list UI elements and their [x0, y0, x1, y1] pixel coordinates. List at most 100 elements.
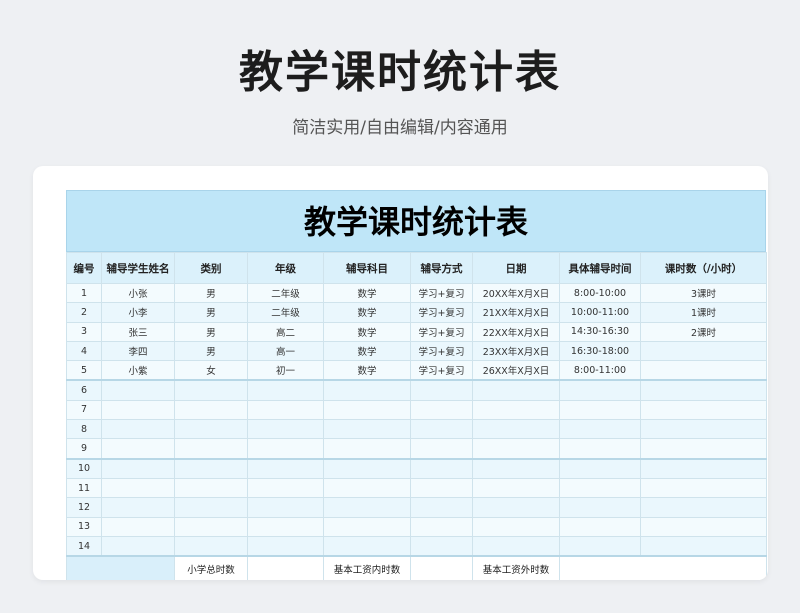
time-cell[interactable]: 10:00-11:00: [559, 302, 641, 323]
method-cell[interactable]: [410, 477, 473, 499]
time-cell[interactable]: [559, 497, 641, 518]
col-header-method[interactable]: 辅导方式: [410, 252, 473, 284]
id-cell[interactable]: 12: [66, 497, 102, 518]
gender-cell[interactable]: [174, 458, 248, 479]
id-cell[interactable]: 8: [66, 419, 102, 440]
method-cell[interactable]: [410, 438, 473, 460]
id-cell[interactable]: 7: [66, 399, 102, 421]
date-cell[interactable]: [472, 419, 560, 440]
col-header-gender[interactable]: 类别: [174, 252, 248, 284]
student-cell[interactable]: [101, 535, 175, 558]
subject-cell[interactable]: 数学: [323, 321, 411, 342]
grade-cell[interactable]: [247, 379, 324, 401]
subject-cell[interactable]: [323, 477, 411, 499]
gender-cell[interactable]: [174, 438, 248, 460]
subject-cell[interactable]: [323, 535, 411, 558]
col-header-student[interactable]: 辅导学生姓名: [101, 252, 175, 284]
hours-cell[interactable]: [640, 497, 767, 518]
subject-cell[interactable]: [323, 419, 411, 440]
method-cell[interactable]: [410, 497, 473, 518]
student-cell[interactable]: [101, 379, 175, 401]
method-cell[interactable]: [410, 399, 473, 421]
grade-cell[interactable]: 二年级: [247, 302, 324, 323]
id-cell[interactable]: 11: [66, 477, 102, 499]
hours-cell[interactable]: [640, 379, 767, 401]
hours-cell[interactable]: [640, 399, 767, 421]
method-cell[interactable]: 学习+复习: [410, 321, 473, 342]
student-cell[interactable]: [101, 497, 175, 518]
hours-cell[interactable]: [640, 477, 767, 499]
method-cell[interactable]: [410, 419, 473, 440]
date-cell[interactable]: 20XX年X月X日: [472, 282, 560, 304]
grade-cell[interactable]: [247, 438, 324, 460]
subject-cell[interactable]: [323, 399, 411, 421]
id-cell[interactable]: 6: [66, 379, 102, 401]
date-cell[interactable]: [472, 379, 560, 401]
id-cell[interactable]: 4: [66, 340, 102, 362]
hours-cell[interactable]: 1课时: [640, 302, 767, 323]
hours-cell[interactable]: [640, 360, 767, 382]
student-cell[interactable]: 张三: [101, 321, 175, 342]
student-cell[interactable]: [101, 419, 175, 440]
grade-cell[interactable]: 初一: [247, 360, 324, 382]
student-cell[interactable]: [101, 516, 175, 537]
time-cell[interactable]: [559, 419, 641, 440]
hours-cell[interactable]: [640, 419, 767, 440]
gender-cell[interactable]: [174, 399, 248, 421]
date-cell[interactable]: 21XX年X月X日: [472, 302, 560, 323]
method-cell[interactable]: 学习+复习: [410, 282, 473, 304]
student-cell[interactable]: 小紫: [101, 360, 175, 382]
method-cell[interactable]: [410, 458, 473, 479]
col-header-id[interactable]: 编号: [66, 252, 102, 284]
time-cell[interactable]: 8:00-11:00: [559, 360, 641, 382]
hours-cell[interactable]: 3课时: [640, 282, 767, 304]
method-cell[interactable]: [410, 535, 473, 558]
subject-cell[interactable]: [323, 438, 411, 460]
grade-cell[interactable]: 高一: [247, 340, 324, 362]
gender-cell[interactable]: [174, 497, 248, 518]
grade-cell[interactable]: [247, 516, 324, 537]
grade-cell[interactable]: [247, 419, 324, 440]
method-cell[interactable]: [410, 516, 473, 537]
gender-cell[interactable]: 女: [174, 360, 248, 382]
method-cell[interactable]: 学习+复习: [410, 360, 473, 382]
subject-cell[interactable]: 数学: [323, 302, 411, 323]
hours-cell[interactable]: [640, 535, 767, 558]
hours-cell[interactable]: 2课时: [640, 321, 767, 342]
hours-cell[interactable]: [640, 340, 767, 362]
subject-cell[interactable]: [323, 458, 411, 479]
gender-cell[interactable]: 男: [174, 302, 248, 323]
hours-cell[interactable]: [640, 438, 767, 460]
id-cell[interactable]: 9: [66, 438, 102, 460]
col-header-hours[interactable]: 课时数（/小时）: [640, 252, 767, 284]
time-cell[interactable]: 8:00-10:00: [559, 282, 641, 304]
col-header-time[interactable]: 具体辅导时间: [559, 252, 641, 284]
subject-cell[interactable]: 数学: [323, 340, 411, 362]
id-cell[interactable]: 5: [66, 360, 102, 382]
base-out-value[interactable]: [559, 555, 767, 580]
col-header-date[interactable]: 日期: [472, 252, 560, 284]
gender-cell[interactable]: 男: [174, 282, 248, 304]
date-cell[interactable]: [472, 477, 560, 499]
grade-cell[interactable]: [247, 477, 324, 499]
subject-cell[interactable]: 数学: [323, 282, 411, 304]
summary-blank-cell[interactable]: [66, 555, 175, 580]
gender-cell[interactable]: [174, 516, 248, 537]
subject-cell[interactable]: [323, 379, 411, 401]
date-cell[interactable]: 23XX年X月X日: [472, 340, 560, 362]
time-cell[interactable]: [559, 379, 641, 401]
student-cell[interactable]: [101, 438, 175, 460]
grade-cell[interactable]: [247, 458, 324, 479]
subject-cell[interactable]: [323, 497, 411, 518]
student-cell[interactable]: 小张: [101, 282, 175, 304]
student-cell[interactable]: 小李: [101, 302, 175, 323]
id-cell[interactable]: 2: [66, 302, 102, 323]
student-cell[interactable]: [101, 399, 175, 421]
gender-cell[interactable]: [174, 419, 248, 440]
hours-cell[interactable]: [640, 516, 767, 537]
date-cell[interactable]: 26XX年X月X日: [472, 360, 560, 382]
time-cell[interactable]: [559, 399, 641, 421]
time-cell[interactable]: [559, 458, 641, 479]
time-cell[interactable]: [559, 477, 641, 499]
id-cell[interactable]: 3: [66, 321, 102, 342]
